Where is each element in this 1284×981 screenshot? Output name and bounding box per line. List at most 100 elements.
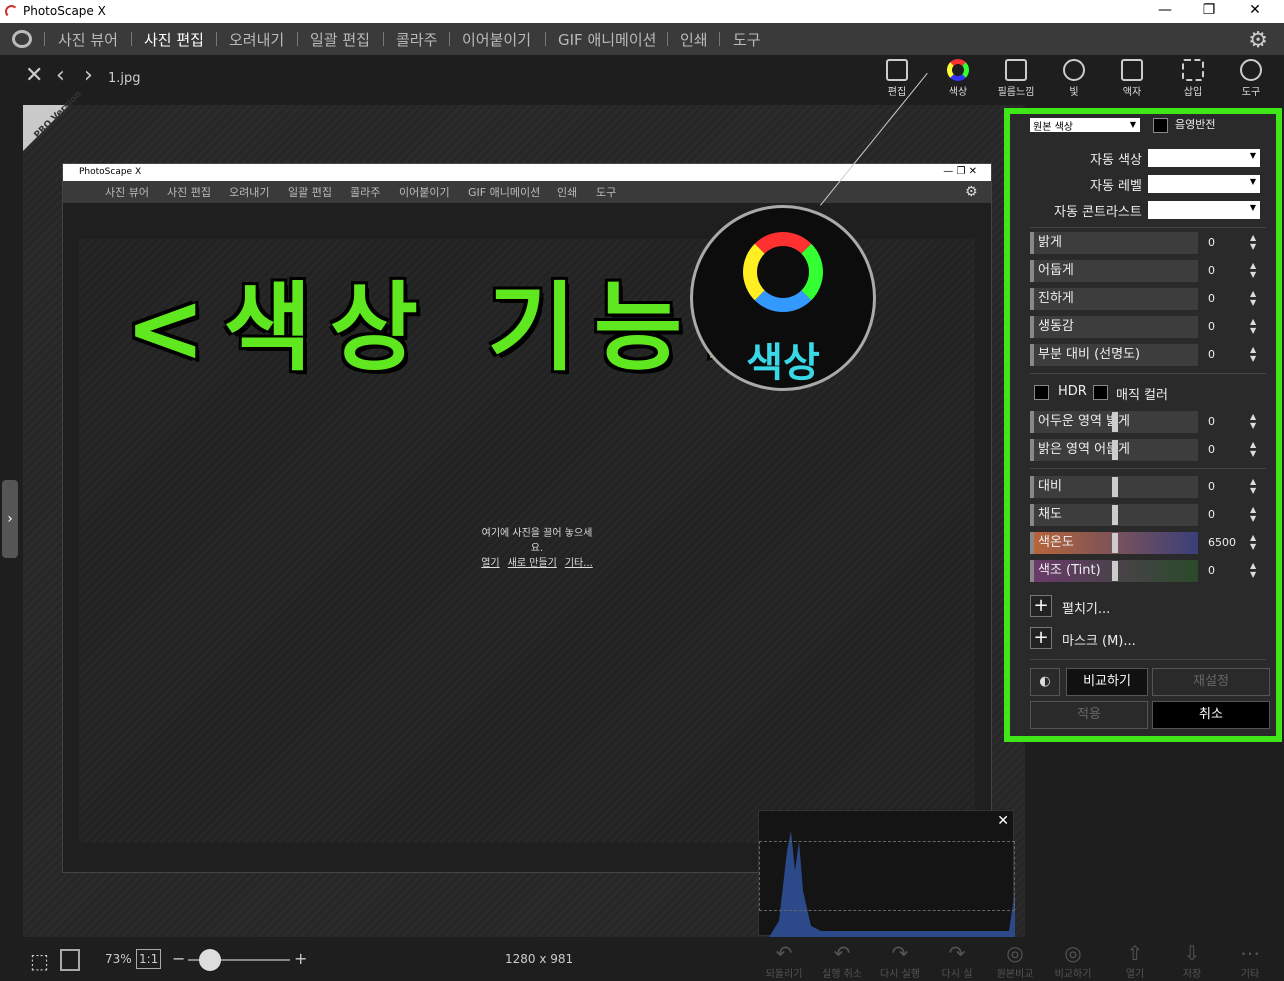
spin-icon[interactable]: ▲ ▼ — [1250, 261, 1256, 279]
inner-menu-item: 이어붙이기 — [399, 186, 450, 199]
settings-gear-icon[interactable]: ⚙ — [1248, 28, 1268, 53]
tint-slider[interactable]: 색조 (Tint) 0 ▲ ▼ — [1030, 560, 1260, 582]
temperature-slider[interactable]: 색온도 6500 ▲ ▼ — [1030, 532, 1260, 554]
slider-value[interactable]: 0 — [1208, 560, 1250, 582]
slider-value[interactable]: 0 — [1208, 439, 1250, 461]
inner-menu-item: 콜라주 — [350, 186, 381, 199]
brighten-slider[interactable]: 밝게 0 ▲ ▼ — [1030, 232, 1260, 254]
redo-all-button[interactable]: ↷ 다시 실 — [932, 941, 982, 980]
hdr-checkbox[interactable] — [1034, 385, 1049, 400]
slider-thumb[interactable] — [1112, 505, 1118, 525]
slider-value[interactable]: 0 — [1208, 260, 1250, 282]
spin-icon[interactable]: ▲ ▼ — [1250, 412, 1256, 430]
left-panel-toggle[interactable]: › — [2, 480, 18, 558]
invert-checkbox[interactable] — [1153, 118, 1168, 133]
slider-value[interactable]: 0 — [1208, 232, 1250, 254]
magic-color-checkbox[interactable] — [1093, 385, 1108, 400]
tab-film[interactable]: 필름느낌 — [994, 59, 1038, 98]
auto-level-dropdown[interactable] — [1148, 175, 1260, 193]
slider-thumb[interactable] — [1112, 533, 1118, 553]
deepen-slider[interactable]: 진하게 0 ▲ ▼ — [1030, 288, 1260, 310]
undo-button[interactable]: ↶ 실행 취소 — [817, 941, 867, 980]
more-button[interactable]: ⋯ 기타 — [1225, 941, 1275, 980]
slider-thumb[interactable] — [1112, 477, 1118, 497]
compare-bottom-button[interactable]: ◎ 비교하기 — [1048, 941, 1098, 980]
slider-thumb[interactable] — [1112, 440, 1118, 460]
vibrance-slider[interactable]: 생동감 0 ▲ ▼ — [1030, 316, 1260, 338]
menu-batch[interactable]: 일괄 편집 — [310, 29, 370, 50]
original-compare-button[interactable]: ◎ 원본비교 — [990, 941, 1040, 980]
slider-thumb[interactable] — [1112, 561, 1118, 581]
slider-value[interactable]: 0 — [1208, 476, 1250, 498]
apply-button[interactable]: 적용 — [1030, 701, 1148, 729]
menu-print[interactable]: 인쇄 — [680, 29, 708, 50]
spin-icon[interactable]: ▲ ▼ — [1250, 505, 1256, 523]
open-button[interactable]: ⇧ 열기 — [1110, 941, 1160, 980]
next-icon[interactable]: › — [84, 63, 93, 88]
spin-icon[interactable]: ▲ ▼ — [1250, 233, 1256, 251]
close-icon[interactable]: ✕ — [25, 63, 43, 88]
expand-plus-button[interactable]: + — [1030, 595, 1052, 617]
spin-icon[interactable]: ▲ ▼ — [1250, 477, 1256, 495]
spin-icon[interactable]: ▲ ▼ — [1250, 289, 1256, 307]
slider-value[interactable]: 0 — [1208, 316, 1250, 338]
menu-photo-edit[interactable]: 사진 편집 — [144, 29, 204, 50]
slider-value[interactable]: 0 — [1208, 504, 1250, 526]
actual-size-button[interactable]: 1:1 — [136, 949, 162, 969]
inner-menu-item: 사진 뷰어 — [105, 186, 149, 199]
auto-color-dropdown[interactable] — [1148, 149, 1260, 167]
clarity-slider[interactable]: 부분 대비 (선명도) 0 ▲ ▼ — [1030, 344, 1260, 366]
highlights-slider[interactable]: 밝은 영역 어둡게 0 ▲ ▼ — [1030, 439, 1260, 461]
tab-color[interactable]: 색상 — [936, 59, 980, 98]
zoom-callout: 색상 — [690, 205, 876, 391]
menu-photo-viewer[interactable]: 사진 뷰어 — [58, 29, 118, 50]
contrast-slider[interactable]: 대비 0 ▲ ▼ — [1030, 476, 1260, 498]
darken-slider[interactable]: 어둡게 0 ▲ ▼ — [1030, 260, 1260, 282]
slider-value[interactable]: 0 — [1208, 344, 1250, 366]
auto-contrast-dropdown[interactable] — [1148, 201, 1260, 219]
saturation-slider[interactable]: 채도 0 ▲ ▼ — [1030, 504, 1260, 526]
expand-label[interactable]: 펼치기... — [1062, 598, 1110, 617]
save-button[interactable]: ⇩ 저장 — [1167, 941, 1217, 980]
spin-icon[interactable]: ▲ ▼ — [1250, 440, 1256, 458]
slider-thumb[interactable] — [1112, 412, 1118, 432]
mask-plus-button[interactable]: + — [1030, 627, 1052, 649]
menu-collage[interactable]: 콜라주 — [396, 29, 437, 50]
cancel-button[interactable]: 취소 — [1152, 701, 1270, 729]
redo-button[interactable]: ↷ 다시 실행 — [875, 941, 925, 980]
prev-icon[interactable]: ‹ — [56, 63, 65, 88]
home-icon[interactable] — [12, 30, 32, 48]
menu-combine[interactable]: 이어붙이기 — [462, 29, 531, 50]
minimize-button[interactable]: — — [1150, 2, 1180, 18]
slider-value[interactable]: 0 — [1208, 411, 1250, 433]
spin-icon[interactable]: ▲ ▼ — [1250, 345, 1256, 363]
zoom-in-button[interactable]: + — [294, 949, 307, 968]
shadows-slider[interactable]: 어두운 영역 밝게 0 ▲ ▼ — [1030, 411, 1260, 433]
close-window-button[interactable]: ✕ — [1240, 2, 1270, 18]
slider-value[interactable]: 0 — [1208, 288, 1250, 310]
restore-button[interactable]: ❐ — [1194, 2, 1224, 18]
spin-icon[interactable]: ▲ ▼ — [1250, 533, 1256, 551]
menu-cutout[interactable]: 오려내기 — [229, 29, 284, 50]
menu-tools[interactable]: 도구 — [733, 29, 761, 50]
spin-icon[interactable]: ▲ ▼ — [1250, 561, 1256, 579]
tab-insert[interactable]: 삽입 — [1171, 59, 1215, 98]
tab-light[interactable]: 빛 — [1052, 59, 1096, 98]
spin-icon[interactable]: ▲ ▼ — [1250, 317, 1256, 335]
histogram-close-icon[interactable]: ✕ — [997, 813, 1009, 829]
tab-tools[interactable]: 도구 — [1229, 59, 1273, 98]
compare-toggle-icon[interactable]: ◐ — [1030, 668, 1060, 696]
selection-icon[interactable]: ⬚ — [30, 949, 49, 973]
undo-all-button[interactable]: ↶ 되돌리기 — [759, 941, 809, 980]
reset-button[interactable]: 재설정 — [1152, 668, 1270, 696]
mask-label[interactable]: 마스크 (M)... — [1062, 630, 1136, 649]
zoom-out-button[interactable]: − — [172, 949, 185, 968]
zoom-value[interactable]: 73% — [105, 952, 132, 966]
preset-dropdown[interactable]: 원본 색상 — [1030, 118, 1140, 133]
compare-view-icon[interactable] — [60, 949, 80, 971]
tab-frame[interactable]: 액자 — [1110, 59, 1154, 98]
slider-value[interactable]: 6500 — [1208, 532, 1250, 554]
menu-gif[interactable]: GIF 애니메이션 — [558, 29, 656, 50]
compare-button[interactable]: 비교하기 — [1066, 668, 1148, 696]
zoom-slider-thumb[interactable] — [199, 949, 221, 971]
